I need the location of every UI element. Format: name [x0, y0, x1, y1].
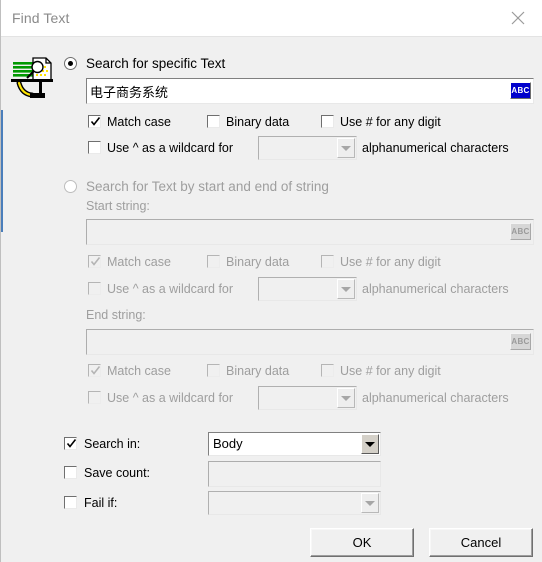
- check-icon: [90, 364, 101, 377]
- radio-label-search-specific-text: Search for specific Text: [86, 56, 226, 71]
- label-save-count: Save count:: [84, 466, 151, 480]
- abc-button-end[interactable]: ABC: [510, 333, 531, 350]
- checkbox-search-in[interactable]: [64, 437, 77, 450]
- check-icon: [90, 255, 101, 268]
- label-binary-data-2: Binary data: [226, 255, 290, 269]
- label-use-hash-digit-1: Use # for any digit: [340, 115, 441, 129]
- label-match-case-3: Match case: [107, 364, 171, 378]
- label-match-case-2: Match case: [107, 255, 171, 269]
- chevron-down-icon[interactable]: [361, 434, 379, 454]
- radio-search-start-end[interactable]: [64, 180, 77, 193]
- label-wildcard-3: Use ^ as a wildcard for: [107, 391, 234, 405]
- close-icon: [511, 11, 525, 25]
- search-text-input[interactable]: [90, 79, 490, 103]
- checkbox-fail-if[interactable]: [64, 496, 77, 509]
- chevron-down-icon[interactable]: [337, 279, 355, 299]
- label-wildcard-2: Use ^ as a wildcard for: [107, 282, 234, 296]
- chevron-down-icon[interactable]: [337, 388, 355, 408]
- abc-button-specific[interactable]: ABC: [510, 82, 531, 99]
- checkbox-use-hash-digit-3[interactable]: [321, 364, 334, 377]
- wildcard-count-combo-3[interactable]: [258, 386, 357, 410]
- end-string-input[interactable]: [90, 330, 490, 354]
- search-text-field[interactable]: ABC: [86, 78, 534, 104]
- save-count-input[interactable]: [212, 462, 377, 486]
- chevron-down-icon[interactable]: [361, 493, 379, 513]
- wildcard-count-combo-1[interactable]: [258, 136, 357, 160]
- checkbox-match-case-2[interactable]: [88, 255, 101, 268]
- start-string-field[interactable]: ABC: [86, 219, 534, 245]
- checkbox-wildcard-2[interactable]: [88, 282, 101, 295]
- label-binary-data-3: Binary data: [226, 364, 290, 378]
- check-icon: [90, 115, 101, 128]
- checkbox-match-case-3[interactable]: [88, 364, 101, 377]
- checkbox-binary-data-1[interactable]: [207, 115, 220, 128]
- label-binary-data-1: Binary data: [226, 115, 290, 129]
- label-use-hash-digit-2: Use # for any digit: [340, 255, 441, 269]
- checkbox-use-hash-digit-1[interactable]: [321, 115, 334, 128]
- label-wildcard-suffix-2: alphanumerical characters: [362, 282, 509, 296]
- search-in-combo[interactable]: Body: [208, 432, 381, 456]
- checkbox-binary-data-3[interactable]: [207, 364, 220, 377]
- checkbox-save-count[interactable]: [64, 466, 77, 479]
- abc-button-start[interactable]: ABC: [510, 223, 531, 240]
- checkbox-match-case-1[interactable]: [88, 115, 101, 128]
- ok-button[interactable]: OK: [310, 528, 414, 557]
- chevron-down-icon[interactable]: [337, 138, 355, 158]
- titlebar: Find Text: [1, 0, 542, 37]
- find-text-dialog: Find Text Search for specific Text 电子商务系…: [0, 0, 542, 562]
- search-in-value: Body: [213, 436, 243, 451]
- label-search-in: Search in:: [84, 437, 141, 451]
- label-start-string: Start string:: [86, 199, 150, 213]
- radio-search-specific-text[interactable]: [64, 57, 77, 70]
- save-count-field[interactable]: [208, 461, 381, 487]
- left-accent-strip: [1, 110, 3, 232]
- check-icon: [66, 437, 77, 450]
- fail-if-combo[interactable]: [208, 491, 381, 515]
- label-wildcard-suffix-1: alphanumerical characters: [362, 141, 509, 155]
- checkbox-binary-data-2[interactable]: [207, 255, 220, 268]
- close-button[interactable]: [496, 0, 540, 36]
- start-string-input[interactable]: [90, 220, 490, 244]
- page-title: Find Text: [12, 10, 70, 26]
- cancel-button[interactable]: Cancel: [429, 528, 533, 557]
- checkbox-use-hash-digit-2[interactable]: [321, 255, 334, 268]
- label-use-hash-digit-3: Use # for any digit: [340, 364, 441, 378]
- label-match-case-1: Match case: [107, 115, 171, 129]
- find-text-scanner-icon: [9, 54, 57, 102]
- label-end-string: End string:: [86, 308, 146, 322]
- label-fail-if: Fail if:: [84, 496, 118, 510]
- radio-label-search-start-end: Search for Text by start and end of stri…: [86, 179, 329, 194]
- label-wildcard-1: Use ^ as a wildcard for: [107, 141, 234, 155]
- label-wildcard-suffix-3: alphanumerical characters: [362, 391, 509, 405]
- wildcard-count-combo-2[interactable]: [258, 277, 357, 301]
- end-string-field[interactable]: ABC: [86, 329, 534, 355]
- checkbox-wildcard-3[interactable]: [88, 391, 101, 404]
- radio-dot: [68, 61, 73, 66]
- checkbox-wildcard-1[interactable]: [88, 141, 101, 154]
